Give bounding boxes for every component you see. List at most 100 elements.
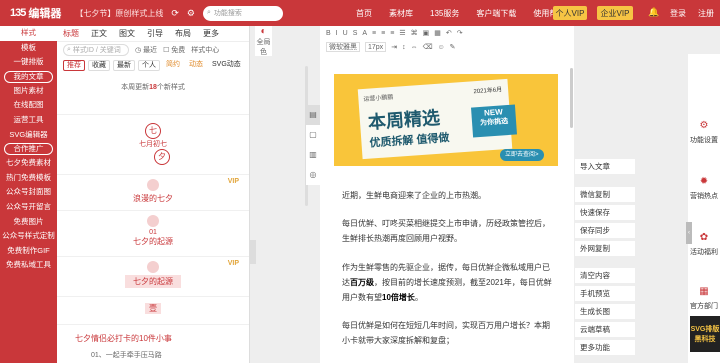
editor-scrollbar[interactable] — [570, 68, 573, 128]
font-family-select[interactable]: 微软雅黑 — [326, 42, 360, 52]
tab-title[interactable]: 标题 — [57, 28, 85, 39]
sidebar-item-svg-editor[interactable]: SVG编辑器 — [0, 128, 57, 143]
target-icon[interactable]: ◎ — [306, 165, 320, 185]
sidebar-item-free-images[interactable]: 免费图片 — [0, 215, 57, 230]
filter-dynamic[interactable]: 动态 — [186, 60, 206, 71]
long-image-button[interactable]: 生成长图 — [575, 304, 635, 319]
style-center-link[interactable]: 样式中心 — [191, 45, 219, 55]
global-color[interactable]: ◐ 全局色 — [255, 26, 272, 56]
settings-icon[interactable]: ⚙ — [187, 8, 195, 19]
official-dept-button[interactable]: ▦ 官方部门 — [688, 286, 720, 311]
clear-format-icon[interactable]: ⌫ — [423, 43, 433, 51]
style-card[interactable]: 七夕情侣必打卡的10件小事 01、一起手牵手压马路 — [57, 324, 249, 363]
import-article-button[interactable]: 导入文章 — [575, 159, 635, 174]
sidebar-item-custom[interactable]: 公众号样式定制 — [0, 229, 57, 244]
image-icon[interactable]: ▣ — [423, 29, 430, 37]
nav-service[interactable]: 135服务 — [430, 8, 459, 19]
sidebar-item-comment[interactable]: 公众号开留言 — [0, 200, 57, 215]
undo-icon[interactable]: ↶ — [446, 29, 452, 37]
enterprise-vip-button[interactable]: 企业VIP — [597, 6, 633, 20]
free-checkbox[interactable]: ☐ 免费 — [163, 45, 185, 55]
read-now-button[interactable]: 立即去查阅> — [500, 149, 544, 161]
external-copy-button[interactable]: 外网复制 — [575, 241, 635, 256]
filter-personal[interactable]: 个人 — [138, 59, 160, 71]
marketing-hotspot-button[interactable]: ✹ 营销热点 — [688, 176, 720, 201]
sidebar-item-style[interactable]: 样式 — [0, 26, 57, 41]
file-icon[interactable]: ▥ — [306, 145, 320, 165]
page-icon[interactable]: ▤ — [306, 105, 320, 125]
sidebar-item-ops-tools[interactable]: 运营工具 — [0, 113, 57, 128]
sidebar-item-partner[interactable]: 合作推广 — [4, 143, 53, 156]
nav-library[interactable]: 素材库 — [389, 8, 413, 19]
more-functions-button[interactable]: 更多功能 — [575, 340, 635, 355]
promo-banner[interactable]: 【七夕节】原创样式上线 — [75, 8, 163, 19]
emoji-icon[interactable]: ☺ — [437, 44, 444, 51]
activity-benefits-button[interactable]: ✿ 活动福利 — [688, 232, 720, 257]
personal-vip-button[interactable]: 个人VIP — [553, 6, 587, 20]
sidebar-item-online-pic[interactable]: 在线配图 — [0, 98, 57, 113]
tab-more[interactable]: 更多 — [197, 28, 225, 39]
tab-body[interactable]: 正文 — [85, 28, 113, 39]
logo[interactable]: 135 编辑器 — [10, 5, 61, 21]
refresh-icon[interactable]: ⟳ — [171, 8, 179, 19]
quick-save-button[interactable]: 快速保存 — [575, 205, 635, 220]
sidebar-item-qixi[interactable]: 七夕免费素材 — [0, 156, 57, 171]
function-settings-button[interactable]: ⚙ 功能设置 — [688, 120, 720, 145]
align-left-icon[interactable]: ≡ — [372, 30, 376, 37]
style-card[interactable]: VIP 浪漫的七夕 — [57, 174, 249, 210]
align-right-icon[interactable]: ≡ — [390, 30, 394, 37]
login-link[interactable]: 登录 — [670, 8, 686, 19]
filter-svg[interactable]: SVG动态 — [209, 60, 244, 71]
align-center-icon[interactable]: ≡ — [381, 30, 385, 37]
list-icon[interactable]: ☰ — [399, 29, 405, 37]
clear-content-button[interactable]: 清空内容 — [575, 268, 635, 283]
font-color-icon[interactable]: A — [362, 30, 367, 37]
svg-ad-banner[interactable]: SVG排版黑科技 — [690, 316, 720, 352]
wechat-copy-button[interactable]: 微信复制 — [575, 187, 635, 202]
sidebar-item-hot-templates[interactable]: 热门免费模板 — [0, 171, 57, 186]
style-card[interactable]: 七 七月初七 夕 — [57, 114, 249, 174]
save-sync-button[interactable]: 保存同步 — [575, 223, 635, 238]
sidebar-item-gif[interactable]: 免费制作GIF — [0, 244, 57, 259]
tab-layout[interactable]: 布局 — [169, 28, 197, 39]
underline-icon[interactable]: U — [343, 30, 348, 37]
style-search-input[interactable]: ⌕ 样式ID / 关键词 — [63, 44, 129, 56]
style-card[interactable]: 01 七夕的起源 — [57, 210, 249, 256]
style-card[interactable]: VIP 七夕的起源 — [57, 256, 249, 296]
sidebar-item-cover[interactable]: 公众号封面图 — [0, 185, 57, 200]
doc-icon[interactable]: ▢ — [306, 125, 320, 145]
filter-latest[interactable]: 最新 — [113, 59, 135, 71]
tab-guide[interactable]: 引导 — [141, 28, 169, 39]
format-painter-icon[interactable]: ✎ — [450, 43, 456, 51]
filter-simple[interactable]: 简约 — [163, 60, 183, 71]
style-card[interactable]: 壹 — [57, 296, 249, 324]
sidebar-item-my-articles[interactable]: 我的文章 — [4, 70, 53, 83]
tab-image-text[interactable]: 图文 — [113, 28, 141, 39]
search-input[interactable]: ⌕ 功能搜索 — [202, 5, 283, 21]
strike-icon[interactable]: S — [353, 30, 358, 37]
filter-favorite[interactable]: 收藏 — [88, 59, 110, 71]
indent-icon[interactable]: ⇥ — [391, 43, 397, 51]
line-height-icon[interactable]: ↕ — [402, 44, 406, 51]
filter-recommend[interactable]: 推荐 — [63, 59, 85, 71]
sidebar-item-images[interactable]: 图片素材 — [0, 84, 57, 99]
collapse-handle[interactable] — [250, 240, 256, 264]
sidebar-item-template[interactable]: 模板 — [0, 41, 57, 56]
sidebar-item-one-click[interactable]: 一键排版 — [0, 55, 57, 70]
recent-button[interactable]: ◷ 最近 — [135, 45, 157, 55]
link-icon[interactable]: ⌘ — [411, 29, 418, 37]
register-link[interactable]: 注册 — [698, 8, 714, 19]
bold-icon[interactable]: B — [326, 30, 331, 37]
font-size-select[interactable]: 17px — [365, 42, 387, 52]
nav-home[interactable]: 首页 — [356, 8, 372, 19]
chevron-left-icon[interactable]: ‹ — [686, 222, 692, 244]
nav-download[interactable]: 客户端下载 — [476, 8, 516, 19]
bell-icon[interactable]: 🔔 — [648, 7, 659, 18]
sidebar-item-private[interactable]: 免费私域工具 — [0, 258, 57, 273]
italic-icon[interactable]: I — [336, 30, 338, 37]
redo-icon[interactable]: ↷ — [457, 29, 463, 37]
spacing-icon[interactable]: ⇔ — [411, 44, 418, 51]
editor-canvas[interactable]: 运营小鹏鹏 2021年6月 本周精选 优质拆解 值得做 NEW 为你挑选 立即去… — [320, 54, 574, 363]
table-icon[interactable]: ▦ — [434, 29, 441, 37]
cloud-draft-button[interactable]: 云端草稿 — [575, 322, 635, 337]
